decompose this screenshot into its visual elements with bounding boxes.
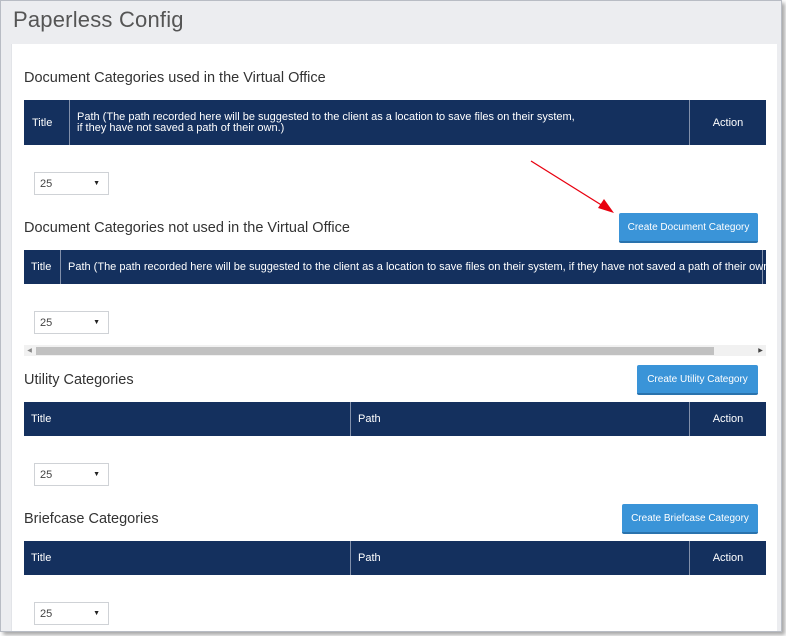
scrollbar-thumb[interactable] [36, 347, 714, 355]
page-size-select-utility[interactable]: 25 ▼ [34, 463, 109, 486]
grid-header-utility: Title Path Action [24, 402, 766, 436]
horizontal-scrollbar[interactable]: ◀ ▶ [24, 345, 766, 356]
column-header-title[interactable]: Title [24, 402, 351, 436]
column-header-path[interactable]: Path (The path recorded here will be sug… [61, 250, 766, 284]
column-header-action[interactable]: Action [690, 100, 766, 145]
column-header-title[interactable]: Title [24, 100, 70, 145]
scroll-right-icon[interactable]: ▶ [755, 345, 766, 356]
grid-header-briefcase: Title Path Action [24, 541, 766, 575]
caret-down-icon: ▼ [93, 319, 100, 326]
section-title-utility: Utility Categories [24, 372, 134, 388]
column-header-title[interactable]: Title [24, 541, 351, 575]
section-title-vo-not-used: Document Categories not used in the Virt… [24, 220, 350, 236]
create-briefcase-category-button[interactable]: Create Briefcase Category [622, 504, 758, 534]
create-utility-category-button[interactable]: Create Utility Category [637, 365, 758, 395]
page-size-select-vo-used[interactable]: 25 ▼ [34, 172, 109, 195]
caret-down-icon: ▼ [93, 610, 100, 617]
scroll-left-icon[interactable]: ◀ [24, 345, 35, 356]
column-header-path[interactable]: Path [351, 541, 690, 575]
column-header-path[interactable]: Path (The path recorded here will be sug… [70, 100, 690, 145]
page-size-select-vo-not-used[interactable]: 25 ▼ [34, 311, 109, 334]
caret-down-icon: ▼ [93, 471, 100, 478]
column-header-action[interactable]: Action [690, 402, 766, 436]
app-window: Paperless Config Document Categories use… [0, 0, 782, 632]
column-header-overflow [763, 250, 766, 284]
column-header-action[interactable]: Action [690, 541, 766, 575]
caret-down-icon: ▼ [93, 180, 100, 187]
grid-header-vo-used: Title Path (The path recorded here will … [24, 100, 766, 145]
section-title-briefcase: Briefcase Categories [24, 511, 159, 527]
create-document-category-button[interactable]: Create Document Category [619, 213, 758, 243]
section-title-vo-used: Document Categories used in the Virtual … [24, 70, 326, 86]
grid-header-vo-not-used: Title Path (The path recorded here will … [24, 250, 766, 284]
column-header-path[interactable]: Path [351, 402, 690, 436]
page-title: Paperless Config [13, 7, 184, 32]
page-size-select-briefcase[interactable]: 25 ▼ [34, 602, 109, 625]
column-header-title[interactable]: Title [24, 250, 61, 284]
config-card: Document Categories used in the Virtual … [11, 44, 777, 631]
